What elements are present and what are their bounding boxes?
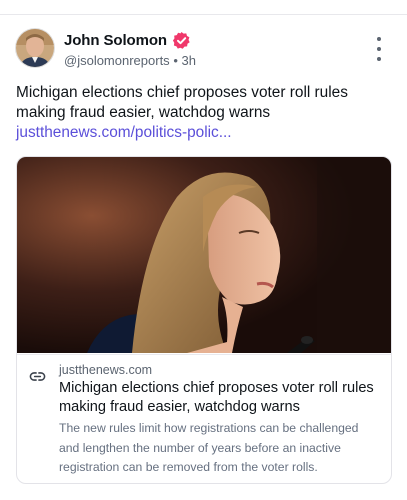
author-handle[interactable]: @jsolomonreports <box>64 53 170 68</box>
post-link[interactable]: justthenews.com/politics-polic... <box>16 123 391 143</box>
link-icon <box>29 372 46 381</box>
card-image[interactable] <box>17 157 391 353</box>
card-info: justthenews.com Michigan elections chief… <box>17 354 391 483</box>
post-header: John Solomon @jsolomonreports • 3h <box>16 29 391 69</box>
link-preview-card[interactable]: justthenews.com Michigan elections chief… <box>16 156 392 484</box>
meta-separator: • <box>173 53 178 68</box>
card-title: Michigan elections chief proposes voter … <box>59 380 374 415</box>
author-name[interactable]: John Solomon <box>64 32 167 49</box>
verified-badge-icon <box>172 31 190 49</box>
post-text: Michigan elections chief proposes voter … <box>16 84 348 121</box>
post-time: 3h <box>181 53 196 68</box>
card-description: The new rules limit how registrations ca… <box>59 421 359 474</box>
top-divider <box>0 0 407 15</box>
avatar[interactable] <box>16 29 54 67</box>
post-body: Michigan elections chief proposes voter … <box>16 83 391 143</box>
more-vertical-icon[interactable] <box>370 37 388 61</box>
author-block: John Solomon @jsolomonreports • 3h <box>64 31 196 68</box>
card-domain: justthenews.com <box>59 363 153 377</box>
post-meta: @jsolomonreports • 3h <box>64 53 196 68</box>
